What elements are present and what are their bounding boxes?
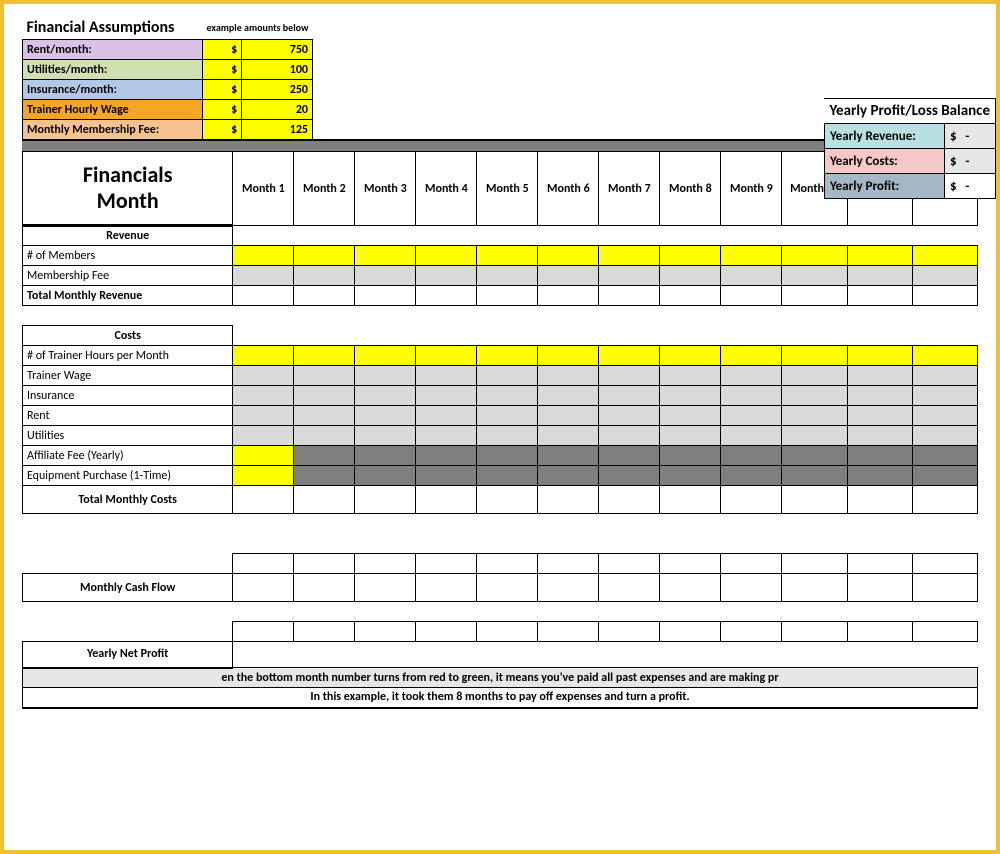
assumption-value-membership[interactable]: 125 (242, 120, 313, 140)
profit-label-profit: Yearly Profit: (824, 174, 944, 199)
currency-symbol: $ (203, 40, 242, 60)
row-total-costs: Total Monthly Costs (23, 486, 978, 514)
row-net-profit: Yearly Net Profit (23, 642, 978, 668)
assumption-value-insurance[interactable]: 250 (242, 80, 313, 100)
profit-label-revenue: Yearly Revenue: (824, 124, 944, 149)
revenue-header: Revenue (23, 226, 233, 246)
assumption-label-utilities: Utilities/month: (23, 60, 203, 80)
note-line-1: en the bottom month number turns from re… (23, 668, 978, 688)
row-trainer-wage: Trainer Wage (23, 366, 978, 386)
row-equipment: Equipment Purchase (1-Time) (23, 466, 978, 486)
assumption-label-insurance: Insurance/month: (23, 80, 203, 100)
assumption-label-wage: Trainer Hourly Wage (23, 100, 203, 120)
month-header: Month 1 (233, 152, 294, 226)
row-membership-fee: Membership Fee (23, 266, 978, 286)
row-members: # of Members (23, 246, 978, 266)
row-rent-cost: Rent (23, 406, 978, 426)
costs-header: Costs (23, 326, 233, 346)
note-line-2: In this example, it took them 8 months t… (23, 688, 978, 708)
row-cash-flow: Monthly Cash Flow (23, 574, 978, 602)
financials-header: FinancialsMonth (23, 152, 233, 226)
profit-title: Yearly Profit/Loss Balance (824, 99, 995, 124)
example-note: example amounts below (203, 16, 313, 40)
assumption-label-rent: Rent/month: (23, 40, 203, 60)
financials-table: FinancialsMonth Month 1 Month 2 Month 3 … (22, 151, 978, 709)
row-trainer-hours: # of Trainer Hours per Month (23, 346, 978, 366)
assumption-value-utilities[interactable]: 100 (242, 60, 313, 80)
assumption-value-wage[interactable]: 20 (242, 100, 313, 120)
spreadsheet-page: Financial Assumptions example amounts be… (0, 0, 1000, 854)
row-utilities-cost: Utilities (23, 426, 978, 446)
assumptions-table: Financial Assumptions example amounts be… (22, 16, 313, 140)
row-affiliate: Affiliate Fee (Yearly) (23, 446, 978, 466)
profit-loss-box: Yearly Profit/Loss Balance Yearly Revenu… (824, 98, 996, 199)
profit-label-costs: Yearly Costs: (824, 149, 944, 174)
row-total-revenue: Total Monthly Revenue (23, 286, 978, 306)
assumptions-title: Financial Assumptions (23, 16, 203, 40)
assumption-value-rent[interactable]: 750 (242, 40, 313, 60)
row-insurance: Insurance (23, 386, 978, 406)
assumption-label-membership: Monthly Membership Fee: (23, 120, 203, 140)
